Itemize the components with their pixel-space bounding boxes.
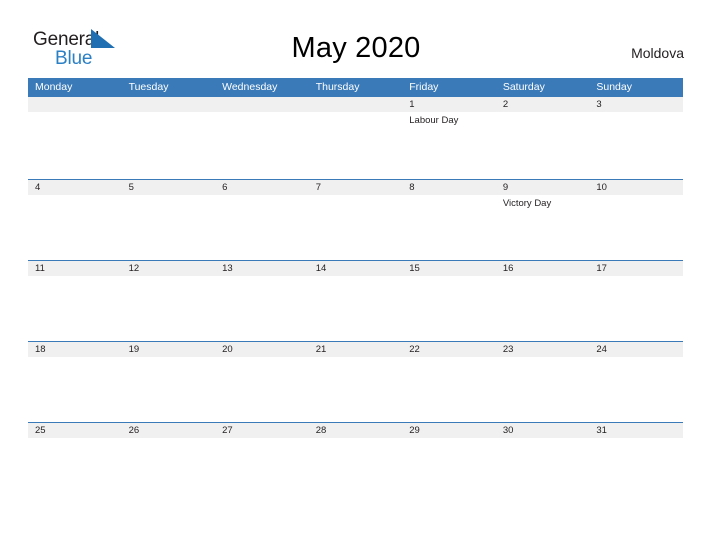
day-number[interactable]: 5 — [122, 180, 216, 195]
calendar-grid: Monday Tuesday Wednesday Thursday Friday… — [28, 78, 683, 508]
day-event — [402, 276, 496, 341]
day-number[interactable]: 19 — [122, 342, 216, 357]
day-event — [28, 195, 122, 260]
page-header: General Blue May 2020 Moldova — [0, 0, 712, 72]
day-header-thursday: Thursday — [315, 81, 360, 93]
day-number[interactable]: 26 — [122, 423, 216, 438]
day-event — [402, 195, 496, 260]
day-event — [402, 438, 496, 508]
day-number[interactable] — [215, 97, 309, 112]
day-number[interactable] — [28, 97, 122, 112]
week-date-band: 11 12 13 14 15 16 17 — [28, 261, 683, 276]
day-number[interactable]: 23 — [496, 342, 590, 357]
week-body-band — [28, 276, 683, 341]
day-number[interactable]: 20 — [215, 342, 309, 357]
day-number[interactable]: 13 — [215, 261, 309, 276]
day-number[interactable]: 22 — [402, 342, 496, 357]
day-number[interactable]: 1 — [402, 97, 496, 112]
day-event — [28, 357, 122, 422]
day-number[interactable]: 10 — [589, 180, 683, 195]
day-header-tuesday: Tuesday — [128, 81, 169, 93]
day-event — [309, 112, 403, 179]
country-label: Moldova — [631, 45, 684, 61]
day-event — [309, 276, 403, 341]
day-number[interactable]: 6 — [215, 180, 309, 195]
day-number[interactable]: 21 — [309, 342, 403, 357]
day-number[interactable] — [122, 97, 216, 112]
day-number[interactable]: 16 — [496, 261, 590, 276]
week-date-band: 25 26 27 28 29 30 31 — [28, 423, 683, 438]
day-number[interactable]: 3 — [589, 97, 683, 112]
day-event — [496, 276, 590, 341]
day-number[interactable]: 11 — [28, 261, 122, 276]
day-event — [589, 112, 683, 179]
week-row: 1 2 3 Labour Day — [28, 97, 683, 179]
day-event — [309, 195, 403, 260]
day-event — [28, 112, 122, 179]
day-number[interactable]: 30 — [496, 423, 590, 438]
day-event — [402, 357, 496, 422]
calendar-page: General Blue May 2020 Moldova Monday Tue… — [0, 0, 712, 550]
day-number[interactable]: 12 — [122, 261, 216, 276]
week-row: 18 19 20 21 22 23 24 — [28, 341, 683, 422]
week-body-band — [28, 438, 683, 508]
day-header-sunday: Sunday — [596, 81, 632, 93]
week-row: 25 26 27 28 29 30 31 — [28, 422, 683, 508]
day-event — [122, 112, 216, 179]
week-date-band: 18 19 20 21 22 23 24 — [28, 342, 683, 357]
day-number[interactable]: 31 — [589, 423, 683, 438]
day-event — [122, 195, 216, 260]
day-number[interactable]: 14 — [309, 261, 403, 276]
day-event — [589, 438, 683, 508]
day-number[interactable]: 25 — [28, 423, 122, 438]
week-body-band — [28, 357, 683, 422]
day-event — [28, 438, 122, 508]
week-body-band: Victory Day — [28, 195, 683, 260]
day-event — [215, 276, 309, 341]
day-event — [496, 112, 590, 179]
day-event: Victory Day — [502, 198, 552, 209]
day-number[interactable]: 8 — [402, 180, 496, 195]
day-number[interactable]: 29 — [402, 423, 496, 438]
day-event — [215, 438, 309, 508]
day-event — [215, 357, 309, 422]
day-number[interactable]: 4 — [28, 180, 122, 195]
day-number[interactable] — [309, 97, 403, 112]
day-header-wednesday: Wednesday — [222, 81, 278, 93]
day-event — [496, 357, 590, 422]
day-event — [122, 438, 216, 508]
day-header-saturday: Saturday — [502, 81, 545, 93]
day-event — [309, 357, 403, 422]
day-event — [589, 195, 683, 260]
day-event — [215, 112, 309, 179]
week-row: 4 5 6 7 8 9 10 Victory Day — [28, 179, 683, 260]
day-event — [496, 438, 590, 508]
day-number[interactable]: 27 — [215, 423, 309, 438]
day-number[interactable]: 7 — [309, 180, 403, 195]
day-of-week-header-row: Monday Tuesday Wednesday Thursday Friday… — [28, 78, 683, 97]
day-event — [122, 357, 216, 422]
day-number[interactable]: 24 — [589, 342, 683, 357]
day-header-monday: Monday — [35, 81, 73, 93]
day-number[interactable]: 2 — [496, 97, 590, 112]
day-event — [122, 276, 216, 341]
day-number[interactable]: 18 — [28, 342, 122, 357]
week-date-band: 1 2 3 — [28, 97, 683, 112]
day-number[interactable]: 9 — [496, 180, 590, 195]
page-title: May 2020 — [291, 32, 421, 64]
week-row: 11 12 13 14 15 16 17 — [28, 260, 683, 341]
day-event — [309, 438, 403, 508]
day-event: Labour Day — [409, 115, 459, 126]
day-event — [589, 357, 683, 422]
week-date-band: 4 5 6 7 8 9 10 — [28, 180, 683, 195]
day-number[interactable]: 17 — [589, 261, 683, 276]
day-event — [215, 195, 309, 260]
day-event — [28, 276, 122, 341]
day-number[interactable]: 28 — [309, 423, 403, 438]
day-number[interactable]: 15 — [402, 261, 496, 276]
day-header-friday: Friday — [409, 81, 439, 93]
day-event — [589, 276, 683, 341]
week-body-band: Labour Day — [28, 112, 683, 179]
